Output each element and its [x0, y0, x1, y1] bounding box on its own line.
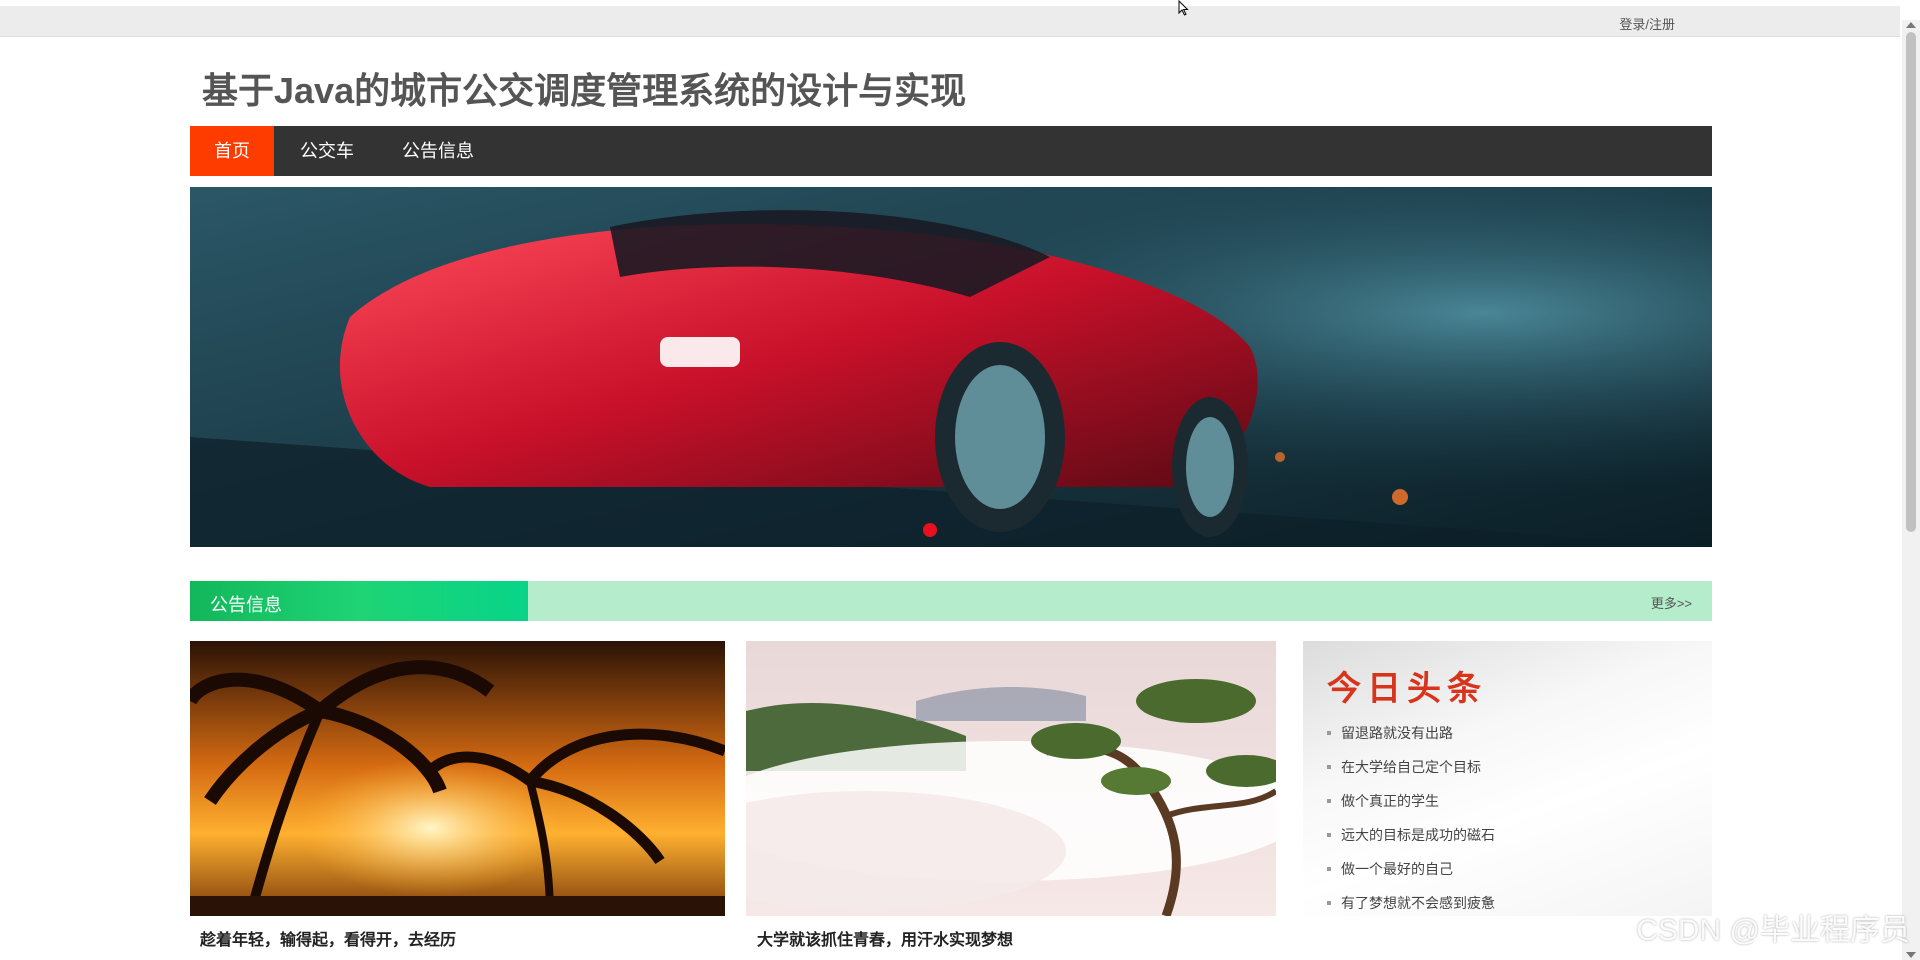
card-image-palm-sunset[interactable] — [190, 641, 725, 916]
section-title: 公告信息 — [210, 595, 282, 615]
scroll-down-icon[interactable] — [1906, 952, 1916, 958]
headlines-list: 留退路就没有出路 在大学给自己定个目标 做个真正的学生 远大的目标是成功的磁石 … — [1327, 716, 1495, 920]
nav-item-bus[interactable]: 公交车 — [274, 126, 380, 176]
announcement-section-header: 公告信息 更多>> — [190, 581, 1712, 621]
nav-item-home[interactable]: 首页 — [190, 126, 274, 176]
more-link[interactable]: 更多>> — [1651, 593, 1692, 612]
headline-item[interactable]: 远大的目标是成功的磁石 — [1327, 818, 1495, 852]
nav-item-announcements[interactable]: 公告信息 — [380, 126, 496, 176]
palm-sunset-image — [190, 641, 725, 916]
main-nav: 首页 公交车 公告信息 — [190, 126, 1712, 176]
card-caption-1[interactable]: 趁着年轻，输得起，看得开，去经历 — [200, 926, 456, 950]
carousel-dot-1[interactable] — [923, 523, 937, 537]
page-scrollbar[interactable] — [1902, 20, 1920, 960]
mountain-pine-clouds-image — [746, 641, 1276, 916]
site-title: 基于Java的城市公交调度管理系统的设计与实现 — [202, 70, 967, 111]
top-bar: 登录/注册 — [0, 6, 1900, 37]
carousel-dot-2[interactable] — [943, 523, 957, 537]
scroll-up-icon[interactable] — [1906, 22, 1916, 28]
mouse-cursor-icon — [1178, 0, 1189, 16]
section-title-box: 公告信息 — [190, 581, 528, 621]
headline-item[interactable]: 留退路就没有出路 — [1327, 716, 1495, 750]
scroll-thumb[interactable] — [1906, 32, 1916, 532]
headlines-title: 今日头条 — [1327, 669, 1487, 709]
csdn-watermark: CSDN @毕业程序员 — [1636, 914, 1910, 947]
headlines-panel: 今日头条 留退路就没有出路 在大学给自己定个目标 做个真正的学生 远大的目标是成… — [1303, 641, 1712, 916]
banner-carousel[interactable] — [190, 187, 1712, 547]
card-image-mountain-pine[interactable] — [746, 641, 1276, 916]
card-caption-2[interactable]: 大学就该抓住青春，用汗水实现梦想 — [757, 926, 1013, 950]
headline-item[interactable]: 做个真正的学生 — [1327, 784, 1495, 818]
headline-item[interactable]: 有了梦想就不会感到疲惫 — [1327, 886, 1495, 920]
red-sports-car-image — [190, 187, 1712, 547]
headline-item[interactable]: 在大学给自己定个目标 — [1327, 750, 1495, 784]
headline-item[interactable]: 做一个最好的自己 — [1327, 852, 1495, 886]
login-register-link[interactable]: 登录/注册 — [1619, 14, 1675, 33]
